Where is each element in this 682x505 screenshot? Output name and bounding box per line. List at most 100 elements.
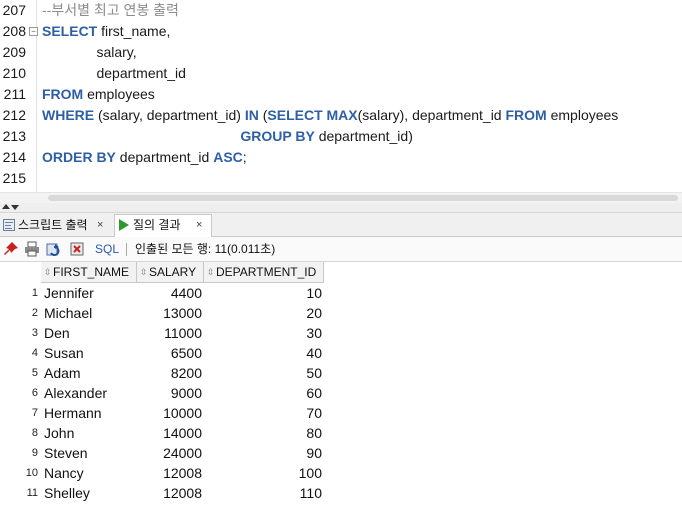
output-tab-bar: 스크립트 출력 × 질의 결과 ×	[0, 213, 682, 237]
cell-department-id[interactable]: 50	[204, 363, 322, 383]
cell-salary[interactable]: 14000	[137, 423, 202, 443]
column-header-department-id[interactable]: ⇳ DEPARTMENT_ID	[204, 262, 324, 283]
cell-first-name[interactable]: Susan	[44, 343, 84, 363]
script-output-icon	[3, 219, 15, 231]
fetch-status: 인출된 모든 행: 11(0.011초)	[135, 242, 276, 256]
sql-comment: --부서별 최고 연봉 출력	[42, 2, 179, 18]
sql-editor[interactable]: 207 208 209 210 211 212 213 214 215 − --부서별 최고 연…	[0, 0, 682, 192]
sql-keyword: SELECT	[267, 107, 323, 123]
toolbar-separator	[126, 243, 127, 256]
table-row[interactable]: 8 John 14000 80	[0, 423, 330, 443]
close-icon[interactable]: ×	[196, 215, 202, 236]
cell-department-id[interactable]: 10	[204, 283, 322, 303]
table-row[interactable]: 5 Adam 8200 50	[0, 363, 330, 383]
table-row[interactable]: 7 Hermann 10000 70	[0, 403, 330, 423]
column-header-first-name[interactable]: ⇳ FIRST_NAME	[41, 262, 137, 283]
table-row[interactable]: 3 Den 11000 30	[0, 323, 330, 343]
table-row[interactable]: 2 Michael 13000 20	[0, 303, 330, 323]
result-grid[interactable]: ⇳ FIRST_NAME ⇳ SALARY ⇳ DEPARTMENT_ID 1J…	[0, 262, 682, 505]
table-row[interactable]: 1 Jennifer 4400 10	[0, 283, 330, 303]
refresh-icon[interactable]	[46, 241, 62, 257]
column-header-salary[interactable]: ⇳ SALARY	[137, 262, 204, 283]
sql-link[interactable]: SQL	[95, 237, 119, 261]
cell-first-name[interactable]: Hermann	[44, 403, 102, 423]
cell-department-id[interactable]: 60	[204, 383, 322, 403]
cell-salary[interactable]: 13000	[137, 303, 202, 323]
table-row[interactable]: 11 Shelley 12008 110	[0, 483, 330, 503]
tab-script-output-label: 스크립트 출력	[18, 218, 88, 232]
table-row[interactable]: 10 Nancy 12008 100	[0, 463, 330, 483]
table-row[interactable]: 6 Alexander 9000 60	[0, 383, 330, 403]
tab-query-result[interactable]: 질의 결과 ×	[114, 214, 212, 237]
cell-salary[interactable]: 8200	[137, 363, 202, 383]
table-row[interactable]: 9 Steven 24000 90	[0, 443, 330, 463]
cell-first-name[interactable]: Nancy	[44, 463, 84, 483]
cell-department-id[interactable]: 100	[204, 463, 322, 483]
line-number: 207	[2, 2, 26, 18]
line-number: 210	[2, 65, 26, 81]
line-number: 214	[2, 149, 26, 165]
collapse-up-icon[interactable]	[2, 204, 10, 209]
cell-department-id[interactable]: 20	[204, 303, 322, 323]
cell-department-id[interactable]: 90	[204, 443, 322, 463]
cell-first-name[interactable]: Jennifer	[44, 283, 94, 303]
cell-first-name[interactable]: Adam	[44, 363, 81, 383]
row-number: 7	[31, 407, 38, 419]
row-number: 11	[26, 487, 38, 499]
cell-department-id[interactable]: 110	[204, 483, 322, 503]
row-number: 9	[31, 447, 38, 459]
column-header-label: DEPARTMENT_ID	[216, 265, 317, 279]
collapse-down-icon[interactable]	[11, 205, 19, 210]
print-icon[interactable]	[24, 241, 40, 257]
cell-first-name[interactable]: Alexander	[44, 383, 107, 403]
cell-department-id[interactable]: 80	[204, 423, 322, 443]
code-token: employees	[546, 107, 619, 123]
pane-splitter[interactable]	[0, 203, 682, 213]
sql-keyword: MAX	[326, 107, 358, 123]
code-token: (salary, department_id)	[94, 107, 245, 123]
clear-results-icon[interactable]	[69, 241, 85, 257]
table-row[interactable]: 4 Susan 6500 40	[0, 343, 330, 363]
line-number: 213	[2, 128, 26, 144]
code-token: department_id	[115, 149, 214, 165]
fold-toggle-icon[interactable]: −	[29, 27, 38, 36]
cell-salary[interactable]: 10000	[137, 403, 202, 423]
editor-horizontal-scrollbar[interactable]	[0, 192, 682, 203]
cell-department-id[interactable]: 70	[204, 403, 322, 423]
code-line: WHERE (salary, department_id) IN (SELECT…	[42, 105, 618, 126]
cell-salary[interactable]: 11000	[137, 323, 202, 343]
sort-icon: ⇳	[140, 267, 148, 277]
sql-keyword: FROM	[42, 86, 84, 102]
cell-first-name[interactable]: Den	[44, 323, 70, 343]
cell-first-name[interactable]: John	[44, 423, 74, 443]
code-token: department_id)	[314, 128, 413, 144]
tab-script-output[interactable]: 스크립트 출력 ×	[0, 215, 112, 236]
line-number-gutter: 207 208 209 210 211 212 213 214 215	[0, 0, 30, 192]
sql-keyword: ASC	[213, 149, 243, 165]
sql-keyword: ORDER BY	[42, 149, 116, 165]
cell-first-name[interactable]: Shelley	[44, 483, 90, 503]
cell-first-name[interactable]: Steven	[44, 443, 88, 463]
sql-keyword: WHERE	[42, 107, 95, 123]
cell-department-id[interactable]: 40	[204, 343, 322, 363]
cell-department-id[interactable]: 30	[204, 323, 322, 343]
line-number: 211	[3, 86, 26, 102]
cell-salary[interactable]: 4400	[137, 283, 202, 303]
line-number: 215	[2, 170, 26, 186]
tab-query-result-label: 질의 결과	[133, 218, 181, 232]
close-icon[interactable]: ×	[97, 215, 103, 236]
cell-salary[interactable]: 12008	[137, 463, 202, 483]
cell-salary[interactable]: 9000	[137, 383, 202, 403]
code-token: department_id	[42, 65, 186, 81]
pin-icon[interactable]	[3, 241, 19, 257]
cell-salary[interactable]: 12008	[137, 483, 202, 503]
cell-salary[interactable]: 24000	[137, 443, 202, 463]
row-number: 4	[31, 347, 38, 359]
code-line: FROM employees	[42, 84, 155, 105]
row-number: 6	[31, 387, 38, 399]
cell-salary[interactable]: 6500	[137, 343, 202, 363]
cell-first-name[interactable]: Michael	[44, 303, 92, 323]
sql-keyword: IN	[244, 107, 259, 123]
scrollbar-thumb[interactable]	[48, 195, 678, 201]
